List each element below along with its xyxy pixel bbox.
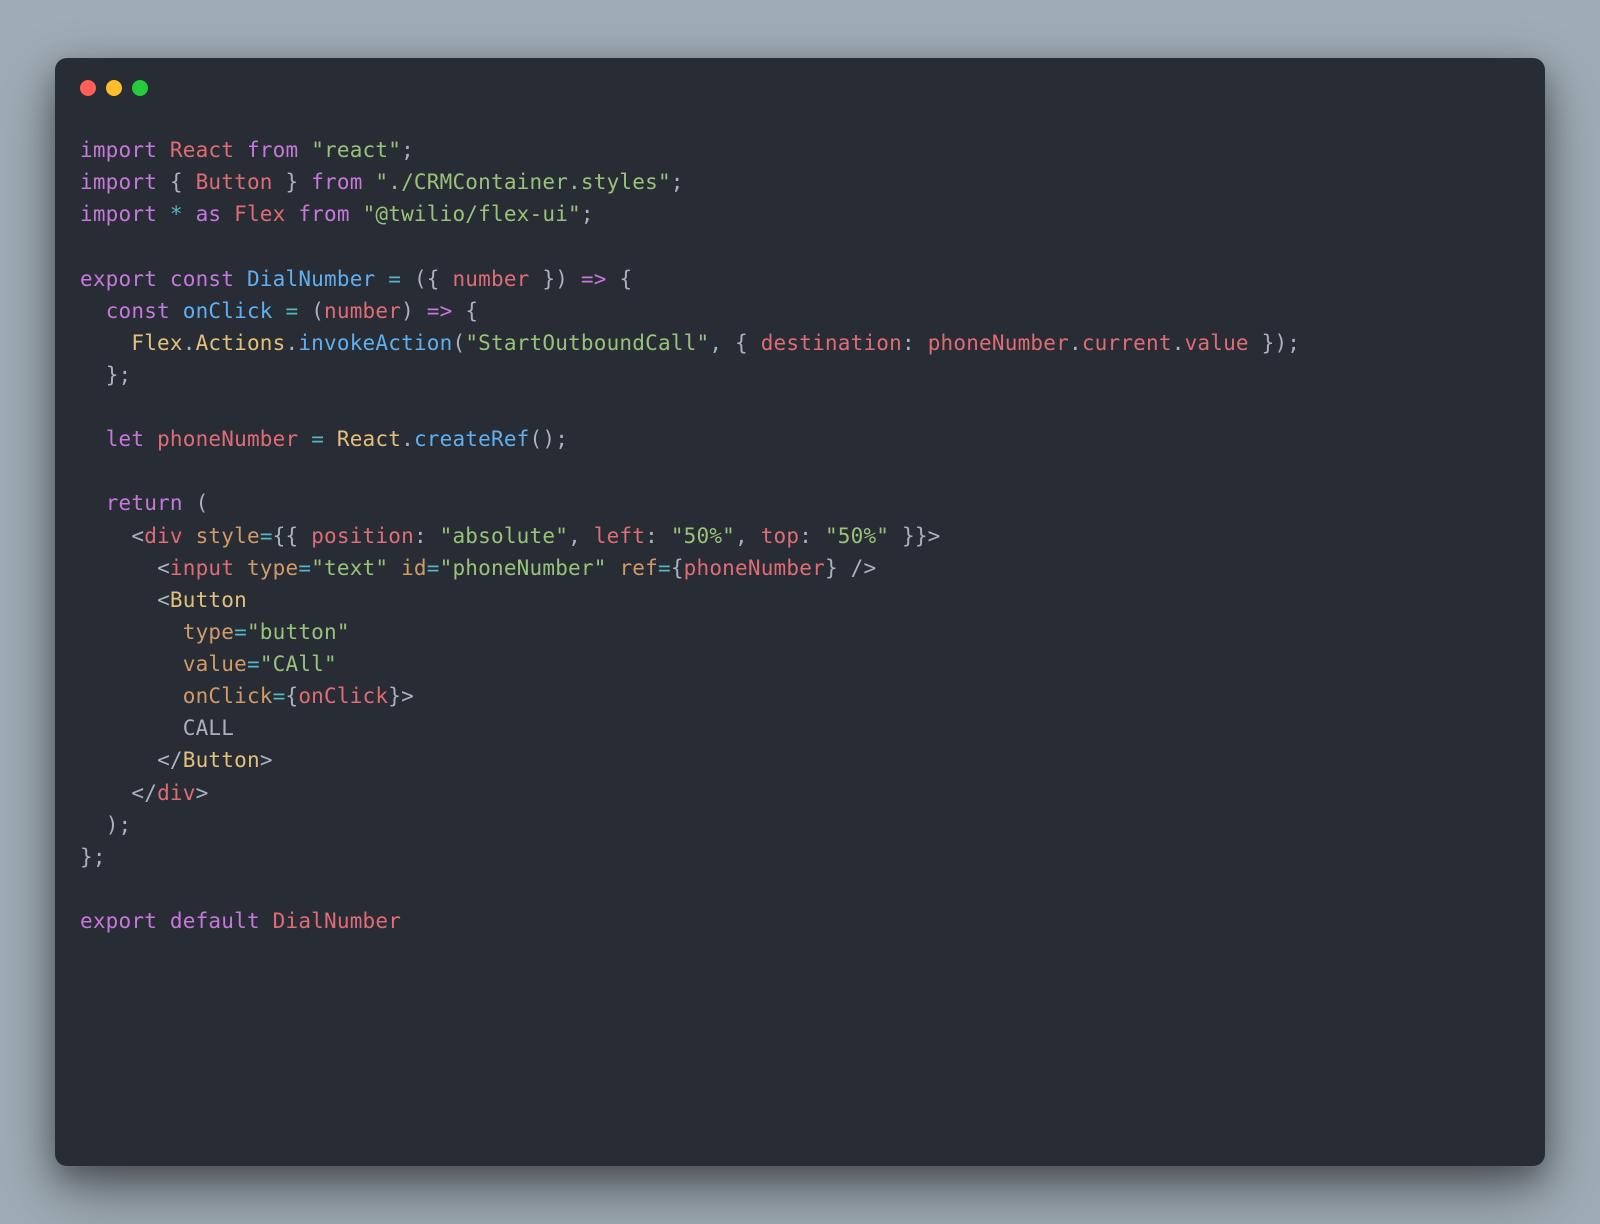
code-token: number bbox=[324, 299, 401, 323]
code-token: style bbox=[196, 524, 260, 548]
code-token: "text" bbox=[311, 556, 388, 580]
code-token: invokeAction bbox=[298, 331, 452, 355]
code-token: "phoneNumber" bbox=[440, 556, 607, 580]
code-token: import bbox=[80, 202, 157, 226]
code-token: destination bbox=[761, 331, 902, 355]
code-token: createRef bbox=[414, 427, 530, 451]
code-token: value bbox=[1185, 331, 1249, 355]
code-token: Flex bbox=[234, 202, 285, 226]
code-token: return bbox=[106, 491, 183, 515]
code-token: phoneNumber bbox=[157, 427, 298, 451]
code-token: phoneNumber bbox=[928, 331, 1069, 355]
code-token: import bbox=[80, 138, 157, 162]
code-token: position bbox=[311, 524, 414, 548]
code-token: phoneNumber bbox=[684, 556, 825, 580]
code-token: Button bbox=[183, 748, 260, 772]
code-token: "50%" bbox=[825, 524, 889, 548]
code-token: from bbox=[311, 170, 362, 194]
code-token: onClick bbox=[298, 684, 388, 708]
code-token: React bbox=[170, 138, 234, 162]
code-token: CALL bbox=[183, 716, 234, 740]
code-token: DialNumber bbox=[247, 267, 375, 291]
code-token: type bbox=[183, 620, 234, 644]
code-token: Button bbox=[196, 170, 273, 194]
code-token: Flex bbox=[131, 331, 182, 355]
code-editor-window: import React from "react"; import { Butt… bbox=[55, 58, 1545, 1166]
code-token: import bbox=[80, 170, 157, 194]
code-token: "CAll" bbox=[260, 652, 337, 676]
code-token: div bbox=[157, 781, 196, 805]
code-token: from bbox=[247, 138, 298, 162]
code-token: "absolute" bbox=[440, 524, 568, 548]
code-token: React bbox=[337, 427, 401, 451]
code-token: from bbox=[298, 202, 349, 226]
code-token: type bbox=[247, 556, 298, 580]
close-icon[interactable] bbox=[80, 80, 96, 96]
code-content: import React from "react"; import { Butt… bbox=[55, 104, 1545, 967]
code-token: "50%" bbox=[671, 524, 735, 548]
code-token: const bbox=[106, 299, 170, 323]
code-token: value bbox=[183, 652, 247, 676]
code-token: top bbox=[761, 524, 800, 548]
window-titlebar bbox=[55, 58, 1545, 104]
code-token: const bbox=[170, 267, 234, 291]
code-token: div bbox=[144, 524, 183, 548]
code-token: * bbox=[170, 202, 183, 226]
code-token: Button bbox=[170, 588, 247, 612]
code-token: export bbox=[80, 909, 157, 933]
code-token: id bbox=[401, 556, 427, 580]
code-token: input bbox=[170, 556, 234, 580]
code-token: onClick bbox=[183, 684, 273, 708]
code-token: DialNumber bbox=[273, 909, 401, 933]
code-token: "@twilio/flex-ui" bbox=[363, 202, 581, 226]
minimize-icon[interactable] bbox=[106, 80, 122, 96]
maximize-icon[interactable] bbox=[132, 80, 148, 96]
code-token: number bbox=[452, 267, 529, 291]
code-token: "./CRMContainer.styles" bbox=[375, 170, 670, 194]
code-token: Actions bbox=[196, 331, 286, 355]
code-token: left bbox=[594, 524, 645, 548]
code-token: let bbox=[106, 427, 145, 451]
code-token: "react" bbox=[311, 138, 401, 162]
code-token: onClick bbox=[183, 299, 273, 323]
code-token: ref bbox=[619, 556, 658, 580]
code-token: as bbox=[196, 202, 222, 226]
code-token: export bbox=[80, 267, 157, 291]
code-token: default bbox=[170, 909, 260, 933]
code-token: current bbox=[1082, 331, 1172, 355]
code-token: "button" bbox=[247, 620, 350, 644]
code-token: "StartOutboundCall" bbox=[465, 331, 709, 355]
